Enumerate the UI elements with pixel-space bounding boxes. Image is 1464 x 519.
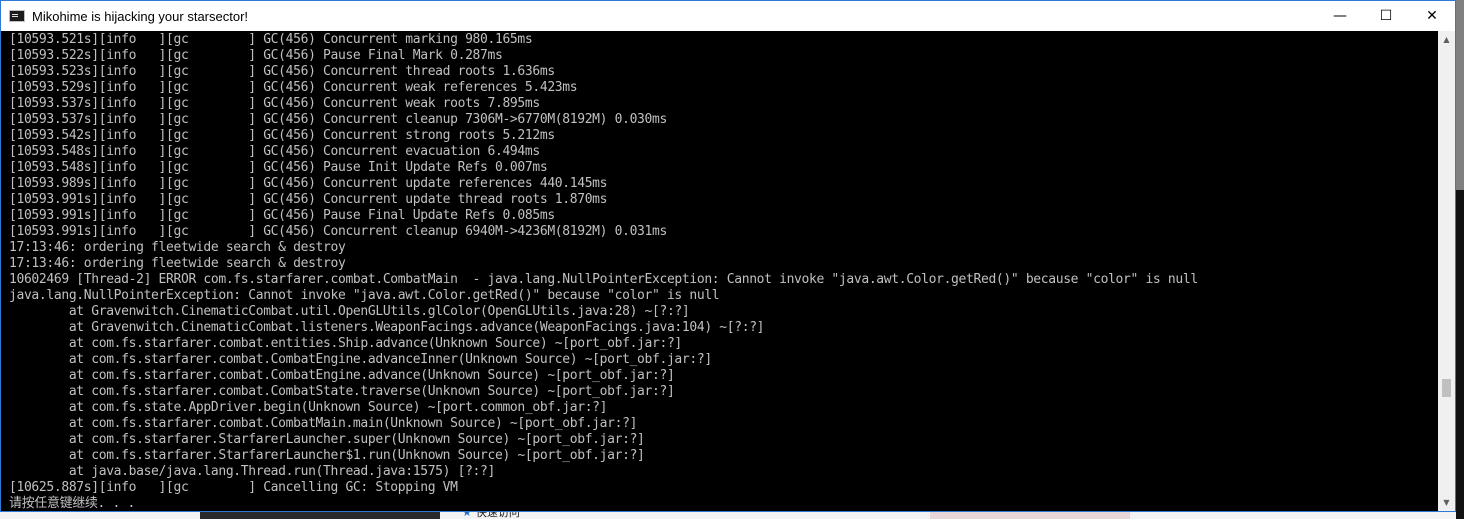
window-title: Mikohime is hijacking your starsector!	[32, 8, 249, 24]
console-line: [10593.523s][info ][gc ] GC(456) Concurr…	[9, 64, 555, 79]
console-line: [10593.548s][info ][gc ] GC(456) Pause I…	[9, 160, 548, 175]
console-line: at java.base/java.lang.Thread.run(Thread…	[9, 464, 496, 479]
console-app-icon[interactable]	[9, 10, 25, 22]
console-line: [10593.529s][info ][gc ] GC(456) Concurr…	[9, 80, 578, 95]
scroll-up-arrow-icon[interactable]: ▲	[1438, 31, 1455, 48]
maximize-button[interactable]: ☐	[1363, 1, 1409, 31]
console-line: [10593.537s][info ][gc ] GC(456) Concurr…	[9, 112, 667, 127]
scroll-thumb[interactable]	[1442, 379, 1451, 397]
console-line: at com.fs.starfarer.combat.CombatState.t…	[9, 384, 675, 399]
console-line: [10593.991s][info ][gc ] GC(456) Concurr…	[9, 192, 608, 207]
window-controls: — ☐ ✕	[1317, 1, 1455, 31]
console-output[interactable]: [10593.521s][info ][gc ] GC(456) Concurr…	[1, 31, 1438, 511]
console-line: 请按任意键继续. . .	[9, 496, 135, 511]
console-line: [10625.887s][info ][gc ] Cancelling GC: …	[9, 480, 458, 495]
console-line: [10593.548s][info ][gc ] GC(456) Concurr…	[9, 144, 540, 159]
console-line: at com.fs.state.AppDriver.begin(Unknown …	[9, 400, 608, 415]
title-bar[interactable]: Mikohime is hijacking your starsector! —…	[1, 1, 1455, 31]
console-line: at com.fs.starfarer.combat.CombatEngine.…	[9, 368, 675, 383]
console-line: at com.fs.starfarer.StarfarerLauncher$1.…	[9, 448, 645, 463]
background-right-strip	[1456, 190, 1464, 519]
console-line: at com.fs.starfarer.combat.entities.Ship…	[9, 336, 682, 351]
console-line: 17:13:46: ordering fleetwide search & de…	[9, 240, 346, 255]
console-line: [10593.522s][info ][gc ] GC(456) Pause F…	[9, 48, 503, 63]
console-line: at Gravenwitch.CinematicCombat.listeners…	[9, 320, 765, 335]
console-line: [10593.521s][info ][gc ] GC(456) Concurr…	[9, 32, 533, 47]
console-line: [10593.991s][info ][gc ] GC(456) Concurr…	[9, 224, 667, 239]
console-line: at com.fs.starfarer.StarfarerLauncher.su…	[9, 432, 645, 447]
console-line: [10593.989s][info ][gc ] GC(456) Concurr…	[9, 176, 608, 191]
console-line: [10593.537s][info ][gc ] GC(456) Concurr…	[9, 96, 540, 111]
close-button[interactable]: ✕	[1409, 1, 1455, 31]
console-line: java.lang.NullPointerException: Cannot i…	[9, 288, 720, 303]
console-window: Mikohime is hijacking your starsector! —…	[0, 0, 1456, 512]
console-line: [10593.991s][info ][gc ] GC(456) Pause F…	[9, 208, 555, 223]
console-line: 17:13:46: ordering fleetwide search & de…	[9, 256, 346, 271]
console-line: at Gravenwitch.CinematicCombat.util.Open…	[9, 304, 690, 319]
console-line: [10593.542s][info ][gc ] GC(456) Concurr…	[9, 128, 555, 143]
minimize-button[interactable]: —	[1317, 1, 1363, 31]
console-line: 10602469 [Thread-2] ERROR com.fs.starfar…	[9, 272, 1198, 287]
vertical-scrollbar[interactable]: ▲ ▼	[1438, 31, 1455, 511]
console-lines: [10593.521s][info ][gc ] GC(456) Concurr…	[9, 32, 1198, 511]
console-line: at com.fs.starfarer.combat.CombatMain.ma…	[9, 416, 638, 431]
scroll-down-arrow-icon[interactable]: ▼	[1438, 494, 1455, 511]
console-line: at com.fs.starfarer.combat.CombatEngine.…	[9, 352, 712, 367]
